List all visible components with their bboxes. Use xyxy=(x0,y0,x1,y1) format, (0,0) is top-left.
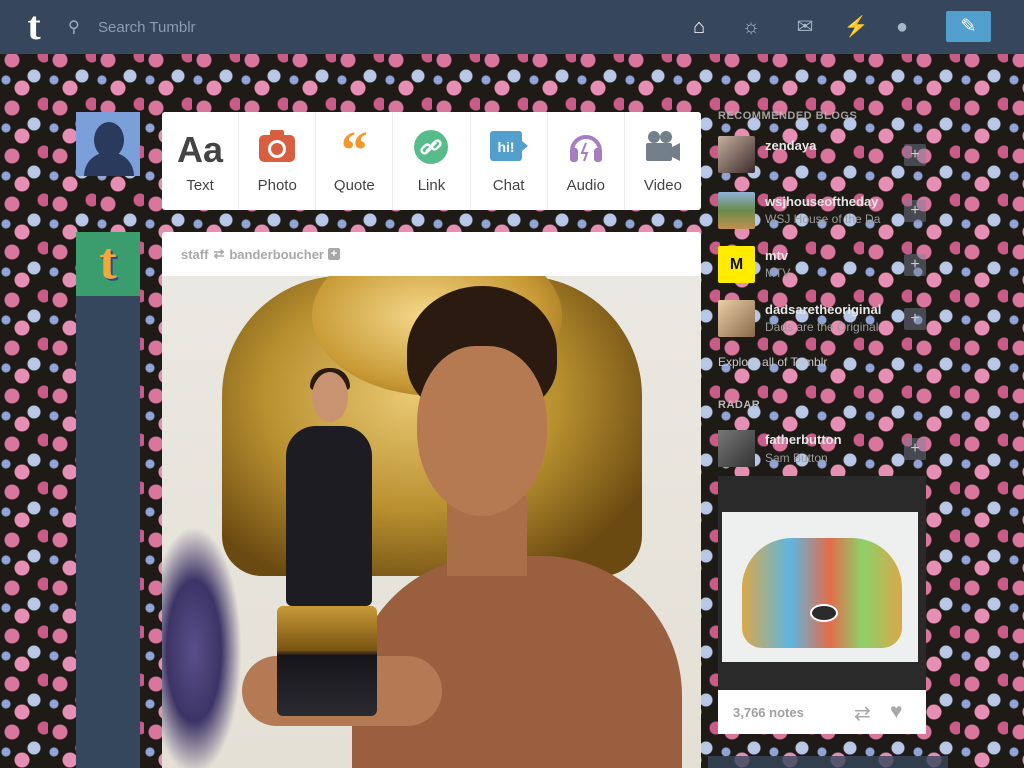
inbox-icon[interactable]: ✉ xyxy=(792,14,818,40)
sidebar-footer-edge xyxy=(708,756,948,768)
radar-blog[interactable]: fatherbutton Sam Button + xyxy=(718,430,928,470)
notes-count[interactable]: 3,766 notes xyxy=(733,705,804,720)
post-type-quote[interactable]: “ Quote xyxy=(316,112,394,210)
recommended-blog-item[interactable]: wsjhouseoftheday WSJ House of the Da + xyxy=(718,192,928,232)
reblog-icon: ⇄ xyxy=(213,246,225,261)
follow-button[interactable]: + xyxy=(904,144,926,166)
recommended-blog-item[interactable]: M mtv MTV + xyxy=(718,246,928,286)
top-navigation-bar: t ⚲ ⌂ ☼ ✉ ⚡ ● ✎ xyxy=(0,0,1024,54)
heart-icon[interactable]: ♥ xyxy=(890,700,902,724)
post-type-photo[interactable]: Photo xyxy=(239,112,317,210)
video-camera-icon xyxy=(644,129,682,171)
post-type-link[interactable]: Link xyxy=(393,112,471,210)
explore-all-link[interactable]: Explore all of Tumblr xyxy=(718,355,827,369)
staff-avatar[interactable]: t xyxy=(76,232,140,296)
follow-button[interactable]: + xyxy=(327,248,340,260)
blog-title: Sam Button xyxy=(765,451,828,465)
follow-button[interactable]: + xyxy=(904,308,926,330)
recommended-blog-item[interactable]: zendaya + xyxy=(718,136,928,176)
reblogged-from-link[interactable]: banderboucher xyxy=(229,247,324,262)
camera-icon xyxy=(258,129,296,171)
search-icon: ⚲ xyxy=(68,19,80,36)
search-box[interactable]: ⚲ xyxy=(68,14,328,40)
blog-title: WSJ House of the Da xyxy=(765,212,881,226)
post-type-label: Photo xyxy=(257,176,297,194)
home-icon[interactable]: ⌂ xyxy=(686,14,712,40)
post-type-label: Audio xyxy=(566,176,605,194)
radar-post-image[interactable] xyxy=(718,476,926,690)
post-photo[interactable] xyxy=(162,276,701,768)
post-type-label: Chat xyxy=(492,176,525,194)
headphones-icon xyxy=(567,129,605,171)
account-icon[interactable]: ● xyxy=(889,14,915,40)
post-avatar-column xyxy=(76,232,140,768)
search-input[interactable] xyxy=(90,17,320,37)
post-type-label: Video xyxy=(643,176,682,194)
radar-post-footer: 3,766 notes ⇄ ♥ xyxy=(718,690,926,734)
post-type-video[interactable]: Video xyxy=(625,112,701,210)
blog-avatar[interactable] xyxy=(718,300,755,337)
text-icon: Aa xyxy=(177,128,224,170)
compose-button[interactable]: ✎ xyxy=(946,11,991,42)
blog-title: Dads are the Original xyxy=(765,320,879,334)
tumblr-logo[interactable]: t xyxy=(16,6,52,46)
radar-title: RADAR xyxy=(718,399,761,411)
svg-text:hi!: hi! xyxy=(497,139,514,155)
activity-icon[interactable]: ⚡ xyxy=(843,14,869,40)
user-avatar[interactable] xyxy=(76,112,140,176)
blog-name[interactable]: zendaya xyxy=(765,138,905,153)
pencil-icon: ✎ xyxy=(960,16,977,37)
chat-icon: hi! xyxy=(489,129,529,171)
post-header: staff ⇄ banderboucher + xyxy=(162,232,701,276)
blog-name[interactable]: wsjhouseoftheday xyxy=(765,194,905,209)
follow-button[interactable]: + xyxy=(904,254,926,276)
post-type-audio[interactable]: Audio xyxy=(548,112,625,210)
post-type-label: Quote xyxy=(333,176,375,194)
blog-avatar[interactable] xyxy=(718,430,755,467)
blog-avatar[interactable] xyxy=(718,136,755,173)
blog-title: MTV xyxy=(765,266,791,280)
post-type-text[interactable]: Aa Text xyxy=(162,112,240,210)
explore-icon[interactable]: ☼ xyxy=(738,14,764,40)
post-type-chat[interactable]: hi! Chat xyxy=(471,112,548,210)
follow-button[interactable]: + xyxy=(904,438,926,460)
reblog-icon[interactable]: ⇄ xyxy=(854,701,871,726)
blog-name[interactable]: dadsaretheoriginal xyxy=(765,302,905,317)
blog-avatar[interactable]: M xyxy=(718,246,755,283)
quote-icon: “ xyxy=(340,119,368,180)
blog-avatar[interactable] xyxy=(718,192,755,229)
dashboard-post: staff ⇄ banderboucher + xyxy=(162,232,701,768)
post-type-selector: Aa Text Photo “ Quote Link hi! Chat Audi… xyxy=(162,112,701,210)
post-author-link[interactable]: staff xyxy=(181,247,208,262)
recommended-blogs-title: RECOMMENDED BLOGS xyxy=(718,110,858,122)
follow-button[interactable]: + xyxy=(904,200,926,222)
post-type-label: Link xyxy=(417,176,446,194)
blog-name[interactable]: mtv xyxy=(765,248,905,263)
link-icon xyxy=(413,129,449,171)
blog-name[interactable]: fatherbutton xyxy=(765,432,842,447)
post-type-label: Text xyxy=(186,176,214,194)
recommended-blog-item[interactable]: dadsaretheoriginal Dads are the Original… xyxy=(718,300,928,340)
